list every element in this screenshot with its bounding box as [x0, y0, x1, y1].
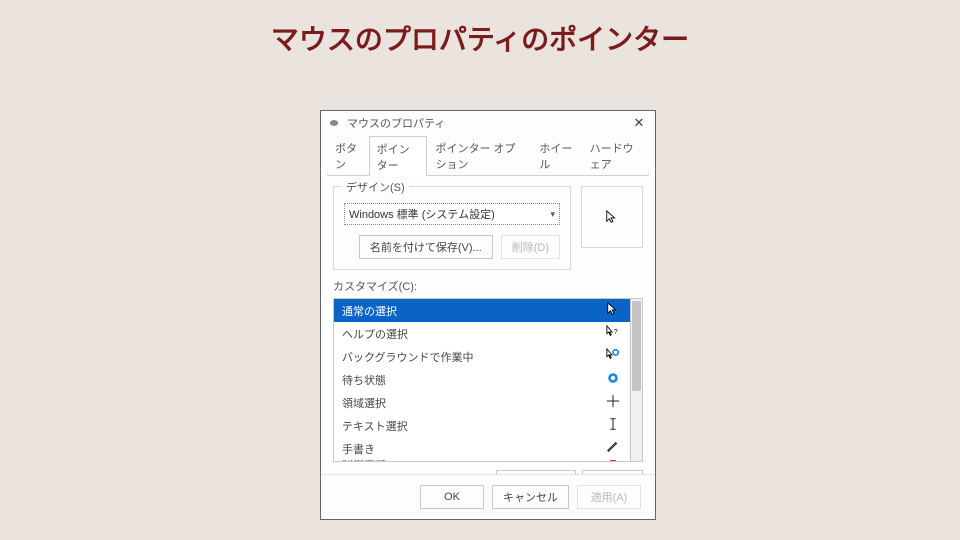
delete-button: 削除(D) [501, 235, 560, 259]
close-button[interactable]: ✕ [629, 115, 649, 131]
scrollbar-thumb[interactable] [632, 301, 641, 391]
list-item[interactable]: 通常の選択 [334, 299, 630, 322]
list-item[interactable]: 利用不可 ⊘ [334, 460, 630, 462]
page-heading: マウスのプロパティのポインター [0, 0, 960, 58]
ok-button[interactable]: OK [420, 485, 484, 509]
chevron-down-icon: ▾ [550, 209, 555, 220]
window-title: マウスのプロパティ [347, 115, 445, 131]
ibeam-icon [604, 417, 622, 434]
arrow-cursor-icon [604, 302, 622, 319]
titlebar: マウスのプロパティ ✕ [321, 111, 655, 135]
list-item-label: バックグラウンドで作業中 [342, 349, 474, 365]
apply-button: 適用(A) [577, 485, 641, 509]
help-cursor-icon: ? [604, 325, 622, 342]
arrow-busy-icon [604, 348, 622, 365]
crosshair-icon [604, 394, 622, 411]
list-item-label: テキスト選択 [342, 418, 408, 434]
arrow-cursor-icon [605, 210, 619, 224]
dialog-action-bar: OK キャンセル 適用(A) [321, 474, 655, 519]
svg-text:?: ? [614, 329, 618, 336]
customize-label: カスタマイズ(C): [333, 278, 643, 294]
cursor-listbox-wrap: 通常の選択 ヘルプの選択 ? バックグラウンドで作業中 待ち状態 領域選択 [333, 298, 643, 462]
list-item[interactable]: ヘルプの選択 ? [334, 322, 630, 345]
list-item[interactable]: 領域選択 [334, 391, 630, 414]
tab-strip: ボタン ポインター ポインター オプション ホイール ハードウェア [321, 135, 655, 175]
list-item[interactable]: 待ち状態 [334, 368, 630, 391]
scheme-dropdown[interactable]: Windows 標準 (システム設定) ▾ [344, 203, 560, 225]
list-item-label: 待ち状態 [342, 372, 386, 388]
design-groupbox: デザイン(S) Windows 標準 (システム設定) ▾ 名前を付けて保存(V… [333, 186, 571, 270]
cursor-preview [581, 186, 643, 248]
list-item-label: 利用不可 [342, 460, 386, 462]
save-as-button[interactable]: 名前を付けて保存(V)... [359, 235, 493, 259]
cursor-listbox[interactable]: 通常の選択 ヘルプの選択 ? バックグラウンドで作業中 待ち状態 領域選択 [333, 298, 631, 462]
mouse-properties-dialog: マウスのプロパティ ✕ ボタン ポインター ポインター オプション ホイール ハ… [320, 110, 656, 520]
list-item-label: 手書き [342, 441, 375, 457]
list-item[interactable]: 手書き [334, 437, 630, 460]
design-legend: デザイン(S) [342, 179, 409, 195]
tab-wheel[interactable]: ホイール [531, 135, 581, 175]
pen-icon [604, 440, 622, 457]
list-item[interactable]: テキスト選択 [334, 414, 630, 437]
busy-ring-icon [604, 371, 622, 388]
cancel-button[interactable]: キャンセル [492, 485, 569, 509]
app-icon [327, 118, 341, 128]
tab-buttons[interactable]: ボタン [327, 135, 369, 175]
no-icon: ⊘ [604, 460, 622, 462]
tab-pointer-options[interactable]: ポインター オプション [427, 135, 531, 175]
tab-pointer[interactable]: ポインター [369, 136, 428, 176]
listbox-scrollbar[interactable] [631, 298, 643, 462]
tab-panel-pointer: デザイン(S) Windows 標準 (システム設定) ▾ 名前を付けて保存(V… [321, 176, 655, 512]
list-item-label: ヘルプの選択 [342, 326, 408, 342]
tab-hardware[interactable]: ハードウェア [582, 135, 649, 175]
scheme-value: Windows 標準 (システム設定) [349, 206, 495, 222]
list-item[interactable]: バックグラウンドで作業中 [334, 345, 630, 368]
list-item-label: 領域選択 [342, 395, 386, 411]
list-item-label: 通常の選択 [342, 303, 397, 319]
